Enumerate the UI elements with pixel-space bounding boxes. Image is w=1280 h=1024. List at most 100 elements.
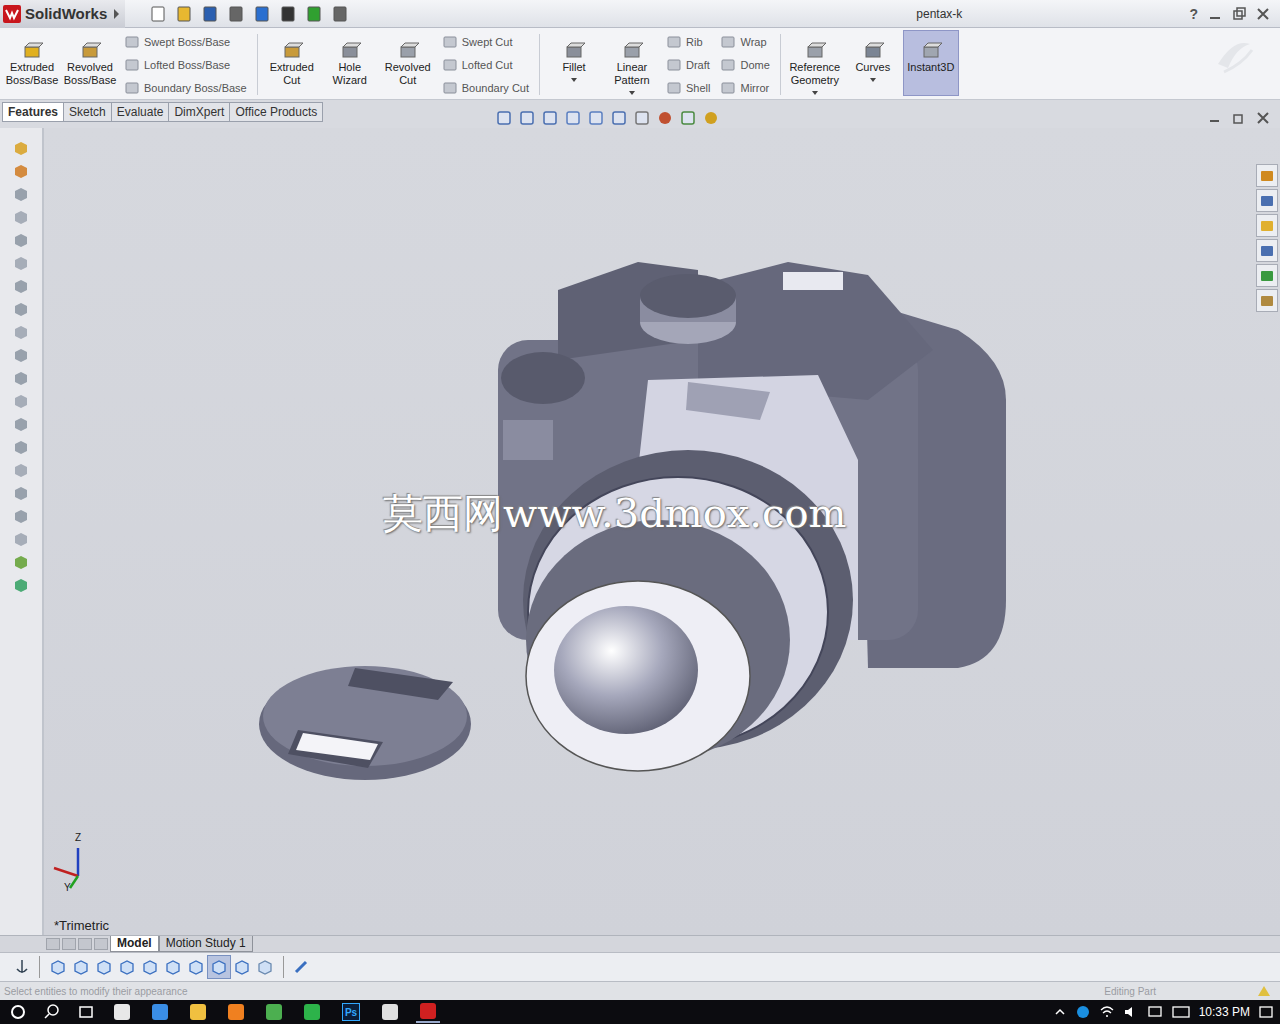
task-pane-button[interactable] xyxy=(1256,164,1278,187)
taskbar-app-icon[interactable] xyxy=(186,1002,210,1022)
tab-scroll-icon[interactable] xyxy=(62,938,76,950)
model-tab[interactable]: Motion Study 1 xyxy=(159,936,253,952)
view-orientation-icon[interactable] xyxy=(70,956,92,978)
feature-tool-icon[interactable] xyxy=(11,575,31,595)
view-orientation-icon[interactable] xyxy=(208,956,230,978)
rebuild-icon[interactable] xyxy=(1256,984,1272,998)
dropdown-arrow-icon[interactable] xyxy=(870,78,876,82)
volume-icon[interactable] xyxy=(1123,1004,1139,1020)
command-button[interactable]: Mirror xyxy=(720,76,769,99)
task-pane-button[interactable] xyxy=(1256,264,1278,287)
view-tool-icon[interactable] xyxy=(633,109,653,127)
task-view-icon[interactable] xyxy=(76,1002,96,1022)
quick-tool-icon[interactable] xyxy=(175,5,193,23)
tool-icon[interactable] xyxy=(291,957,311,977)
command-button[interactable]: Wrap xyxy=(720,30,769,53)
command-button[interactable]: Swept Cut xyxy=(442,30,529,53)
command-button[interactable]: Extruded Boss/Base xyxy=(4,30,60,88)
command-button[interactable]: Hole Wizard xyxy=(322,30,378,88)
command-button[interactable]: Rib xyxy=(666,30,710,53)
task-pane-button[interactable] xyxy=(1256,289,1278,312)
command-tab[interactable]: Office Products xyxy=(230,102,323,122)
feature-tool-icon[interactable] xyxy=(11,184,31,204)
command-button[interactable]: Linear Pattern xyxy=(604,30,660,96)
lens-cap[interactable] xyxy=(259,666,471,780)
feature-tool-icon[interactable] xyxy=(11,552,31,572)
feature-tool-icon[interactable] xyxy=(11,207,31,227)
model-tab[interactable]: Model xyxy=(110,936,159,952)
feature-tool-icon[interactable] xyxy=(11,391,31,411)
restore-icon[interactable] xyxy=(1232,111,1246,125)
command-tab[interactable]: Evaluate xyxy=(112,102,170,122)
quick-tool-icon[interactable] xyxy=(331,5,349,23)
taskbar-app-icon[interactable] xyxy=(300,1002,324,1022)
menu-arrow-icon[interactable] xyxy=(114,9,119,19)
taskbar-app-icon[interactable] xyxy=(262,1002,286,1022)
quick-tool-icon[interactable] xyxy=(305,5,323,23)
graphics-area[interactable]: 莫西网www.3dmox.comZY*Trimetric xyxy=(44,128,1280,935)
command-button[interactable]: Instant3D xyxy=(903,30,959,96)
tab-scroll-icon[interactable] xyxy=(94,938,108,950)
quick-tool-icon[interactable] xyxy=(253,5,271,23)
feature-tool-icon[interactable] xyxy=(11,529,31,549)
minimize-icon[interactable] xyxy=(1208,111,1222,125)
feature-tool-icon[interactable] xyxy=(11,276,31,296)
feature-tool-icon[interactable] xyxy=(11,414,31,434)
feature-tool-icon[interactable] xyxy=(11,322,31,342)
task-pane-button[interactable] xyxy=(1256,239,1278,262)
app-logo[interactable]: SolidWorks xyxy=(0,0,125,28)
command-button[interactable]: Lofted Boss/Base xyxy=(124,53,247,76)
taskbar-app-icon[interactable] xyxy=(224,1002,248,1022)
close-icon[interactable] xyxy=(1256,7,1270,21)
view-orientation-icon[interactable] xyxy=(93,956,115,978)
command-tab[interactable]: DimXpert xyxy=(169,102,230,122)
command-tab[interactable]: Sketch xyxy=(64,102,112,122)
tab-scroll-icon[interactable] xyxy=(46,938,60,950)
command-button[interactable]: Shell xyxy=(666,76,710,99)
view-tool-icon[interactable] xyxy=(610,109,630,127)
view-orientation-icon[interactable] xyxy=(116,956,138,978)
view-orientation-icon[interactable] xyxy=(139,956,161,978)
message-icon[interactable] xyxy=(1147,1004,1163,1020)
command-button[interactable]: Revolved Cut xyxy=(380,30,436,88)
view-tool-icon[interactable] xyxy=(564,109,584,127)
notifications-icon[interactable] xyxy=(1258,1004,1274,1020)
quick-tool-icon[interactable] xyxy=(227,5,245,23)
help-button[interactable]: ? xyxy=(1189,6,1198,22)
view-tool-icon[interactable] xyxy=(495,109,515,127)
view-tool-icon[interactable] xyxy=(702,109,722,127)
command-button[interactable]: Swept Boss/Base xyxy=(124,30,247,53)
command-tab[interactable]: Features xyxy=(2,102,64,122)
quick-tool-icon[interactable] xyxy=(201,5,219,23)
command-button[interactable]: Extruded Cut xyxy=(264,30,320,88)
command-button[interactable]: Reference Geometry xyxy=(787,30,843,96)
taskbar-app-icon[interactable] xyxy=(148,1002,172,1022)
feature-tool-icon[interactable] xyxy=(11,483,31,503)
feature-tool-icon[interactable] xyxy=(11,437,31,457)
feature-tool-icon[interactable] xyxy=(11,506,31,526)
tab-scroll-icon[interactable] xyxy=(78,938,92,950)
taskbar-app-icon[interactable] xyxy=(378,1002,402,1022)
feature-tool-icon[interactable] xyxy=(11,230,31,250)
task-pane-button[interactable] xyxy=(1256,214,1278,237)
tray-app-icon[interactable] xyxy=(1075,1004,1091,1020)
quick-tool-icon[interactable] xyxy=(279,5,297,23)
command-button[interactable]: Boundary Boss/Base xyxy=(124,76,247,99)
feature-tool-icon[interactable] xyxy=(11,253,31,273)
feature-tool-icon[interactable] xyxy=(11,345,31,365)
taskbar-app-icon[interactable] xyxy=(110,1002,134,1022)
dropdown-arrow-icon[interactable] xyxy=(812,91,818,95)
view-orientation-icon[interactable] xyxy=(185,956,207,978)
close-icon[interactable] xyxy=(1256,111,1270,125)
command-button[interactable]: Boundary Cut xyxy=(442,76,529,99)
command-button[interactable]: Curves xyxy=(845,30,901,88)
command-button[interactable]: Fillet xyxy=(546,30,602,88)
restore-icon[interactable] xyxy=(1232,7,1246,21)
feature-tool-icon[interactable] xyxy=(11,368,31,388)
command-button[interactable]: Lofted Cut xyxy=(442,53,529,76)
taskbar-app-icon[interactable] xyxy=(416,1001,440,1023)
view-tool-icon[interactable] xyxy=(518,109,538,127)
anchor-icon[interactable] xyxy=(12,957,32,977)
clock[interactable]: 10:33 PM xyxy=(1199,1005,1250,1019)
view-tool-icon[interactable] xyxy=(679,109,699,127)
